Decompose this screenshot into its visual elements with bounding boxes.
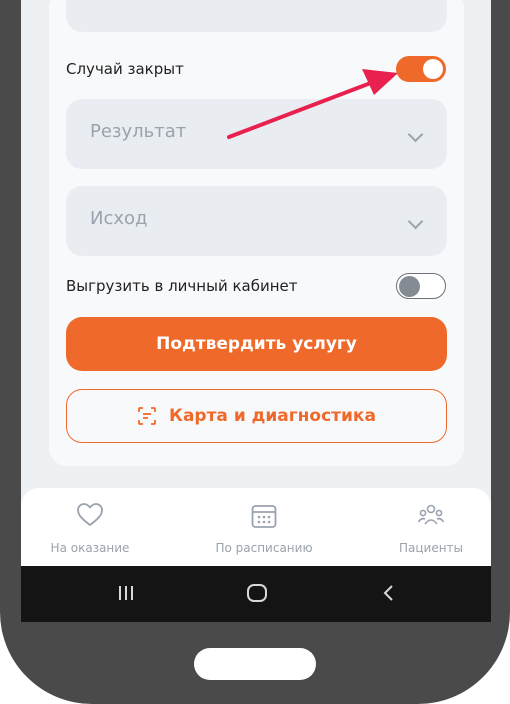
result-placeholder: Результат (90, 121, 187, 142)
phone-home-button (194, 648, 316, 680)
back-icon[interactable] (379, 580, 399, 606)
system-navigation-bar (21, 566, 491, 622)
tab-label: Пациенты (398, 541, 464, 555)
card-diagnostics-label: Карта и диагностика (169, 406, 376, 426)
outcome-placeholder: Исход (90, 208, 148, 229)
tab-patients[interactable]: Пациенты (353, 488, 491, 566)
previous-field[interactable] (66, 0, 447, 32)
tab-schedule[interactable]: По расписанию (186, 488, 342, 566)
toggle-knob (399, 275, 420, 297)
patients-icon (417, 504, 445, 525)
chevron-down-icon (407, 213, 424, 230)
calendar-icon (251, 505, 277, 528)
tab-label: По расписанию (215, 541, 313, 555)
heart-icon (77, 503, 103, 526)
chevron-down-icon (407, 126, 424, 143)
export-label: Выгрузить в личный кабинет (66, 277, 298, 295)
app-screen: Случай закрыт Результат Исход Выгрузить … (21, 0, 491, 622)
tab-on-service[interactable]: На оказание (21, 488, 168, 566)
bottom-tab-bar: На оказание По расписанию Пациенты (21, 488, 491, 566)
card-diagnostics-button[interactable]: Карта и диагностика (66, 389, 447, 443)
export-toggle[interactable] (396, 273, 446, 299)
home-icon[interactable] (245, 580, 269, 606)
scan-document-icon (138, 407, 156, 425)
recent-apps-icon[interactable] (115, 580, 137, 606)
confirm-service-button[interactable]: Подтвердить услугу (66, 317, 447, 371)
tab-label: На оказание (50, 541, 130, 555)
toggle-knob (423, 59, 443, 79)
result-select[interactable]: Результат (66, 99, 447, 169)
outcome-select[interactable]: Исход (66, 186, 447, 256)
case-closed-toggle[interactable] (396, 56, 446, 82)
case-closed-label: Случай закрыт (66, 60, 184, 78)
